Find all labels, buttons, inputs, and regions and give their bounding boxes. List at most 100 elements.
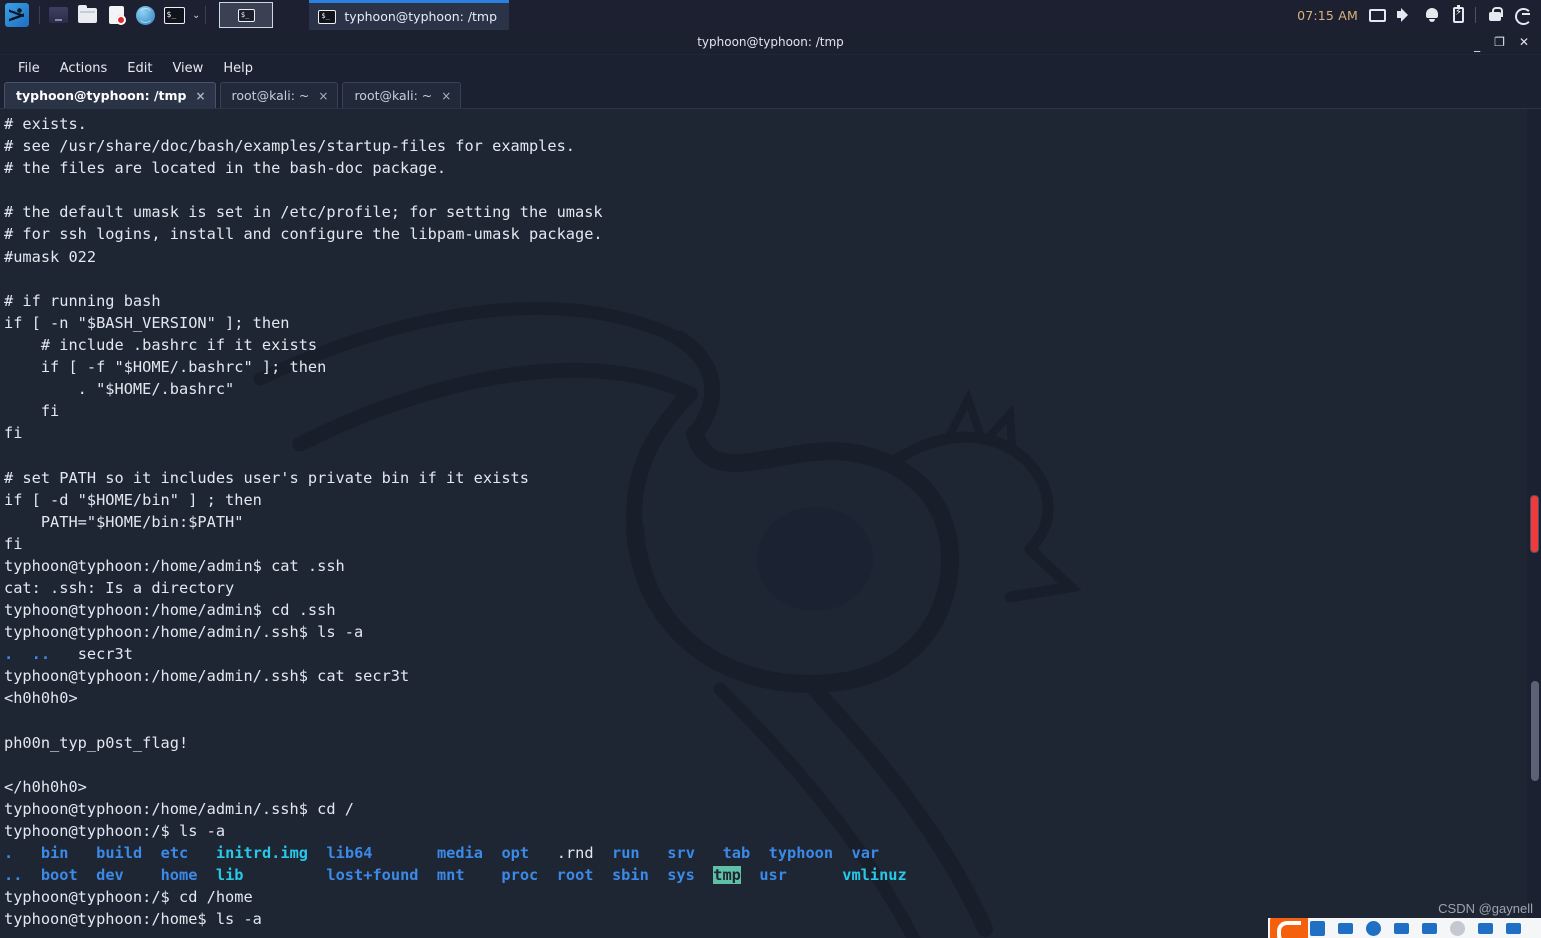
terminal-text-run: cat: .ssh: Is a directory xyxy=(4,578,235,597)
logout-icon[interactable] xyxy=(1514,7,1532,25)
directory-entry: dev xyxy=(96,866,124,885)
app-icon-5[interactable] xyxy=(1506,922,1521,934)
menu-help[interactable]: Help xyxy=(213,58,263,79)
terminal-icon xyxy=(318,9,337,24)
app-icon-2[interactable] xyxy=(1338,922,1353,934)
terminal-text-run: if [ -d "$HOME/bin" ] ; then xyxy=(4,490,262,509)
terminal-line: typhoon@typhoon:/home/admin$ cd .ssh xyxy=(4,599,907,621)
chevron-down-icon[interactable]: ⌄ xyxy=(192,10,200,21)
terminal-line: cat: .ssh: Is a directory xyxy=(4,577,907,599)
terminal-text-run: typhoon@typhoon:/home/admin/.ssh$ cat se… xyxy=(4,667,410,686)
tab-typhoon-tmp[interactable]: typhoon@typhoon: /tmp × xyxy=(4,82,216,108)
menu-file[interactable]: File xyxy=(8,58,50,79)
terminal-text-run xyxy=(22,866,40,884)
folder-icon xyxy=(77,4,97,23)
sogou-input-icon[interactable] xyxy=(1270,918,1308,938)
folder-launcher-button[interactable] xyxy=(74,2,100,28)
directory-entry: mnt xyxy=(436,866,465,885)
display-icon[interactable] xyxy=(1369,8,1386,22)
terminal-icon xyxy=(163,6,185,24)
terminal-text-run xyxy=(13,645,31,663)
terminal-text-run: # exists. xyxy=(4,115,87,133)
terminal-line: typhoon@typhoon:/home/admin/.ssh$ cat se… xyxy=(4,665,907,687)
directory-entry: lost+found xyxy=(326,866,419,885)
menu-actions[interactable]: Actions xyxy=(50,58,118,79)
terminal-line: # set PATH so it includes user's private… xyxy=(4,467,907,489)
terminal-text-run xyxy=(787,866,842,884)
terminal-line: . .. secr3t xyxy=(4,643,907,665)
lock-screen-icon[interactable] xyxy=(1487,7,1503,23)
scroll-thumb[interactable] xyxy=(1531,681,1539,781)
terminal-text-run xyxy=(308,844,326,862)
terminal-line: . "$HOME/.bashrc" xyxy=(4,378,907,400)
directory-entry: lib64 xyxy=(326,844,373,863)
maximize-button[interactable]: ❐ xyxy=(1494,36,1505,48)
kali-menu-button[interactable] xyxy=(0,0,34,30)
browser-icon[interactable] xyxy=(1366,920,1381,936)
show-desktop-button[interactable] xyxy=(219,2,274,28)
terminal-line: </h0h0h0> xyxy=(4,776,907,798)
app-icon-4[interactable] xyxy=(1450,920,1465,936)
terminal-text-run xyxy=(465,866,502,884)
terminal-line: # if running bash xyxy=(4,290,907,312)
terminal-text-run: # see /usr/share/doc/bash/examples/start… xyxy=(4,137,575,156)
terminal-launcher-button[interactable] xyxy=(161,2,187,28)
notifications-bell-icon[interactable] xyxy=(1424,7,1440,23)
battery-icon[interactable] xyxy=(1453,5,1464,23)
close-button[interactable]: ✕ xyxy=(1519,36,1529,48)
tab-root-kali-1[interactable]: root@kali: ~ × xyxy=(219,82,339,108)
app-icon-1[interactable] xyxy=(1310,920,1325,936)
terminal-text-run: PATH="$HOME/bin:$PATH" xyxy=(4,512,244,531)
keyboard-icon[interactable] xyxy=(1422,922,1437,934)
terminal-line: typhoon@typhoon:/$ cd /home xyxy=(4,886,907,908)
directory-entry: media xyxy=(436,844,484,863)
terminal-text-run: typhoon@typhoon:/$ ls -a xyxy=(4,822,226,840)
tab-close-icon[interactable]: × xyxy=(318,89,328,103)
terminal-text-run xyxy=(750,844,768,862)
directory-entry: home xyxy=(160,866,198,885)
directory-entry: sys xyxy=(667,866,695,885)
terminal-line: # exists. xyxy=(4,113,907,135)
terminal-text-run: <h0h0h0> xyxy=(4,689,78,708)
tab-close-icon[interactable]: × xyxy=(195,89,205,103)
terminal-text-run: if [ -n "$BASH_VERSION" ]; then xyxy=(4,313,290,332)
terminal-window: typhoon@typhoon: /tmp _ ❐ ✕ File Actions… xyxy=(0,30,1541,938)
mail-icon[interactable] xyxy=(1478,922,1493,934)
menu-view[interactable]: View xyxy=(162,58,213,79)
terminal-text-run: </h0h0h0> xyxy=(4,777,87,796)
tab-close-icon[interactable]: × xyxy=(441,89,451,103)
terminal-text-run xyxy=(833,844,851,862)
minimize-button[interactable]: _ xyxy=(1474,39,1480,51)
terminal-text-run: # include .bashrc if it exists xyxy=(4,335,318,354)
terminal-text-run: # for ssh logins, install and configure … xyxy=(4,225,603,244)
terminal-text-run: fi xyxy=(4,534,23,553)
panel-divider xyxy=(205,6,207,24)
terminal-line: typhoon@typhoon:/home/admin/.ssh$ cd / xyxy=(4,798,907,820)
text-editor-launcher-button[interactable] xyxy=(103,2,129,28)
terminal-line: # for ssh logins, install and configure … xyxy=(4,223,907,245)
directory-entry: .. xyxy=(4,866,23,885)
terminal-output-area[interactable]: # exists. # see /usr/share/doc/bash/examp… xyxy=(0,109,1541,938)
app-icon-3[interactable] xyxy=(1394,922,1409,934)
volume-icon[interactable] xyxy=(1397,7,1413,23)
browser-launcher-button[interactable] xyxy=(132,2,158,28)
clock[interactable]: 07:15 AM xyxy=(1297,8,1358,23)
terminal-text-run xyxy=(142,844,160,862)
terminal-text-run: # the default umask is set in /etc/profi… xyxy=(4,203,603,222)
scroll-position-marker[interactable] xyxy=(1530,495,1539,553)
terminal-window-icon xyxy=(237,8,255,22)
text-editor-icon xyxy=(108,6,126,25)
terminal-scrollbar[interactable] xyxy=(1527,109,1541,938)
menu-edit[interactable]: Edit xyxy=(117,58,162,79)
files-launcher-button[interactable] xyxy=(45,2,71,28)
window-titlebar[interactable]: typhoon@typhoon: /tmp _ ❐ ✕ xyxy=(0,30,1541,55)
taskbar-window-button[interactable]: typhoon@typhoon: /tmp xyxy=(309,0,510,30)
terminal-text-run: . "$HOME/.bashrc" xyxy=(4,380,235,399)
terminal-text-run xyxy=(529,844,557,862)
terminal-text-run: secr3t xyxy=(50,645,133,664)
terminal-text-run: fi xyxy=(4,402,60,421)
tab-root-kali-2[interactable]: root@kali: ~ × xyxy=(342,82,462,108)
